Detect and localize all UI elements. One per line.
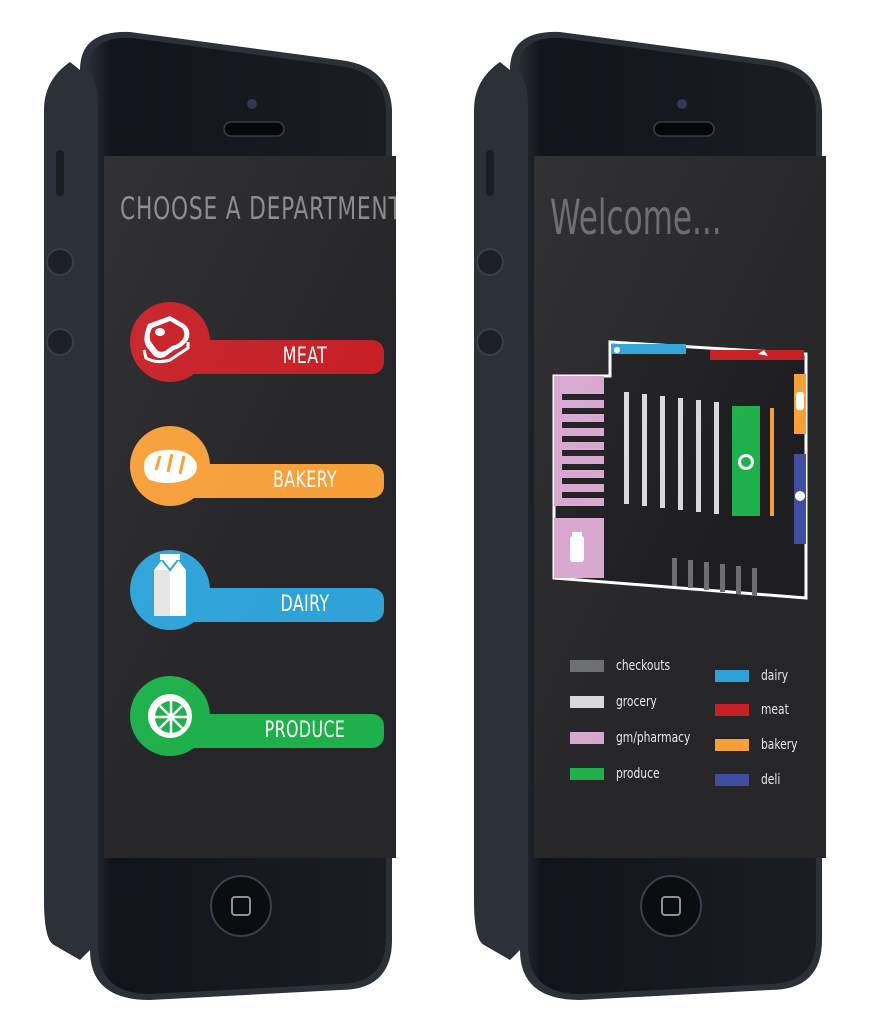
map-dairy-zone: [612, 344, 686, 354]
legend-item: grocery: [570, 692, 664, 712]
front-camera: [247, 99, 257, 109]
legend-label: bakery: [761, 737, 798, 753]
department-bakery-button[interactable]: BAKERY: [130, 426, 384, 522]
legend-item: deli: [715, 770, 784, 790]
citrus-slice-icon: [148, 694, 192, 738]
volume-up-button: [46, 248, 74, 276]
legend-item: produce: [570, 764, 667, 784]
phone-right: Welcome... checkouts grocery gm/pharmacy…: [470, 0, 830, 1000]
department-label: BAKERY: [272, 468, 338, 493]
map-meat-zone: [710, 350, 804, 360]
mute-switch: [56, 150, 64, 196]
legend-swatch: [570, 660, 604, 672]
legend-swatch: [570, 696, 604, 708]
map-dairy-icon: [614, 347, 620, 353]
front-camera: [677, 99, 687, 109]
legend-item: meat: [715, 700, 794, 720]
page-title: Welcome...: [550, 190, 722, 246]
volume-up-button: [476, 248, 504, 276]
legend-item: checkouts: [570, 656, 680, 676]
legend-label: meat: [761, 702, 789, 718]
store-map: [552, 340, 808, 600]
steak-icon: [142, 316, 190, 364]
legend-label: dairy: [761, 668, 789, 684]
bread-icon: [144, 449, 197, 483]
department-dairy-button[interactable]: DAIRY: [130, 550, 384, 646]
home-button[interactable]: [641, 876, 701, 936]
home-button[interactable]: [211, 876, 271, 936]
map-deli-icon: [795, 491, 805, 501]
milk-carton-icon: [154, 554, 186, 616]
legend-swatch: [715, 670, 749, 682]
legend-swatch: [570, 768, 604, 780]
legend-label: produce: [616, 766, 660, 782]
earpiece-speaker: [653, 121, 715, 137]
department-label: PRODUCE: [264, 718, 346, 743]
earpiece-speaker: [223, 121, 285, 137]
legend-label: deli: [761, 772, 781, 788]
legend-swatch: [715, 739, 749, 751]
legend-item: bakery: [715, 735, 804, 755]
legend-swatch: [715, 774, 749, 786]
department-produce-button[interactable]: PRODUCE: [130, 676, 384, 772]
screen: CHOOSE A DEPARTMENT. MEAT BAKERY DAIRY P…: [104, 156, 396, 858]
legend-swatch: [715, 704, 749, 716]
map-bakery-aisle: [770, 408, 774, 516]
legend-label: gm/pharmacy: [616, 730, 691, 746]
legend-label: grocery: [616, 694, 657, 710]
map-legend: checkouts grocery gm/pharmacy produce da…: [570, 656, 810, 816]
volume-down-button: [46, 328, 74, 356]
volume-down-button: [476, 328, 504, 356]
screen: Welcome... checkouts grocery gm/pharmacy…: [534, 156, 826, 858]
department-meat-button[interactable]: MEAT: [130, 302, 384, 398]
phone-left: CHOOSE A DEPARTMENT. MEAT BAKERY DAIRY P…: [40, 0, 400, 1000]
map-bakery-icon: [796, 392, 804, 410]
page-title: CHOOSE A DEPARTMENT.: [120, 191, 396, 227]
department-label: MEAT: [282, 344, 328, 369]
legend-swatch: [570, 732, 604, 744]
legend-item: gm/pharmacy: [570, 728, 704, 748]
legend-label: checkouts: [616, 658, 671, 674]
map-pharmacy-icon: [570, 536, 584, 562]
legend-item: dairy: [715, 666, 793, 686]
mute-switch: [486, 150, 494, 196]
department-label: DAIRY: [280, 592, 330, 617]
